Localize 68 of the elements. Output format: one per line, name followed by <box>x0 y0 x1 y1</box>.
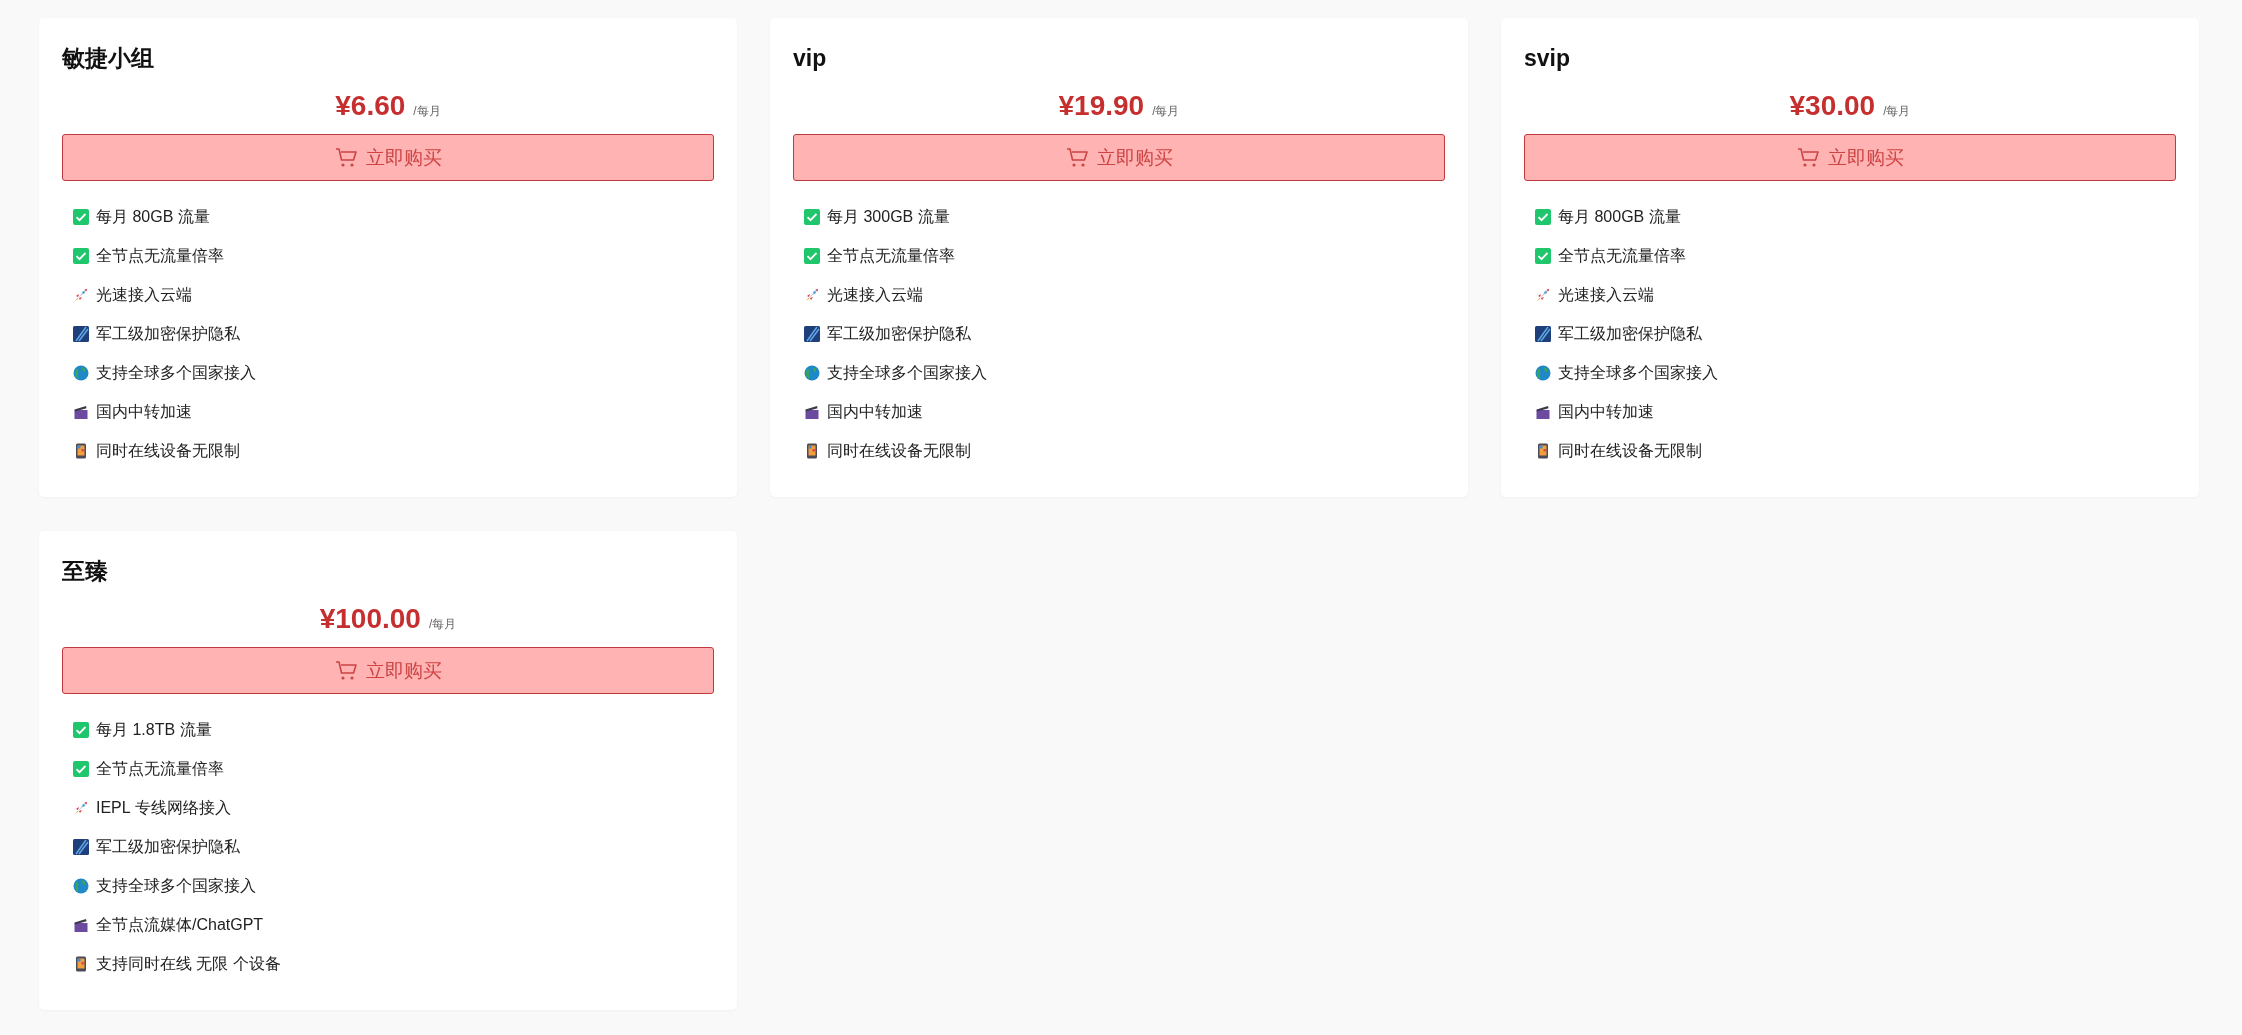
checkmark-icon <box>804 209 820 225</box>
feature-text: 支持全球多个国家接入 <box>827 362 987 383</box>
feature-text: 同时在线设备无限制 <box>1558 440 1702 461</box>
plan-name: vip <box>793 44 828 73</box>
feature-text: 军工级加密保护隐私 <box>96 323 240 344</box>
feature-text: 光速接入云端 <box>96 284 192 305</box>
phone-icon <box>73 443 89 459</box>
phone-icon <box>804 443 820 459</box>
price: ¥30.00 <box>1789 90 1876 121</box>
diagonal-stripes-icon <box>73 326 89 342</box>
checkmark-icon <box>804 248 820 264</box>
globe-icon <box>73 365 89 381</box>
feature-text: 支持同时在线 无限 个设备 <box>96 953 281 974</box>
buy-button[interactable]: 立即购买 <box>62 134 714 181</box>
feature-text: 同时在线设备无限制 <box>96 440 240 461</box>
clapperboard-icon <box>804 404 820 420</box>
globe-icon <box>1535 365 1551 381</box>
feature-text: 支持全球多个国家接入 <box>96 362 256 383</box>
feature-text: 每月 800GB 流量 <box>1558 206 1681 227</box>
clapperboard-icon <box>1535 404 1551 420</box>
feature-text: 国内中转加速 <box>1558 401 1654 422</box>
globe-icon <box>804 365 820 381</box>
billing-period: /每月 <box>1152 104 1180 118</box>
price: ¥19.90 <box>1058 90 1145 121</box>
feature-text: 同时在线设备无限制 <box>827 440 971 461</box>
feature-text: 国内中转加速 <box>96 401 192 422</box>
feature-text: 支持全球多个国家接入 <box>96 875 256 896</box>
clapperboard-icon <box>73 917 89 933</box>
buy-button[interactable]: 立即购买 <box>62 647 714 694</box>
billing-period: /每月 <box>428 617 457 631</box>
feature-text: 全节点流媒体/ChatGPT <box>96 914 264 935</box>
buy-button[interactable]: 立即购买 <box>793 134 1445 181</box>
feature-text: IEPL 专线网络接入 <box>96 797 231 818</box>
feature-text: 军工级加密保护隐私 <box>827 323 971 344</box>
checkmark-icon <box>1535 248 1551 264</box>
feature-text: 全节点无流量倍率 <box>1558 245 1686 266</box>
feature-text: 每月 1.8TB 流量 <box>96 719 212 740</box>
billing-period: /每月 <box>413 104 441 118</box>
price: ¥100.00 <box>319 603 421 634</box>
feature-text: 支持全球多个国家接入 <box>1558 362 1718 383</box>
globe-icon <box>73 878 89 894</box>
feature-text: 全节点无流量倍率 <box>96 245 224 266</box>
checkmark-icon <box>73 761 89 777</box>
feature-text: 军工级加密保护隐私 <box>96 836 240 857</box>
phone-icon <box>1535 443 1551 459</box>
plan-name: 敏捷小组 <box>62 44 155 73</box>
diagonal-stripes-icon <box>73 839 89 855</box>
buy-button[interactable]: 立即购买 <box>1524 134 2176 181</box>
feature-text: 光速接入云端 <box>1558 284 1654 305</box>
feature-text: 全节点无流量倍率 <box>827 245 955 266</box>
diagonal-stripes-icon <box>804 326 820 342</box>
feature-text: 军工级加密保护隐私 <box>1558 323 1702 344</box>
phone-icon <box>73 956 89 972</box>
checkmark-icon <box>73 722 89 738</box>
feature-text: 光速接入云端 <box>827 284 923 305</box>
checkmark-icon <box>1535 209 1551 225</box>
checkmark-icon <box>73 209 89 225</box>
checkmark-icon <box>73 248 89 264</box>
feature-text: 每月 80GB 流量 <box>96 206 210 227</box>
feature-text: 每月 300GB 流量 <box>827 206 950 227</box>
plan-name: 至臻 <box>62 557 109 586</box>
clapperboard-icon <box>73 404 89 420</box>
feature-text: 国内中转加速 <box>827 401 923 422</box>
billing-period: /每月 <box>1883 104 1911 118</box>
diagonal-stripes-icon <box>1535 326 1551 342</box>
price: ¥6.60 <box>335 90 406 121</box>
plan-name: svip <box>1524 44 1572 73</box>
feature-text: 全节点无流量倍率 <box>96 758 224 779</box>
